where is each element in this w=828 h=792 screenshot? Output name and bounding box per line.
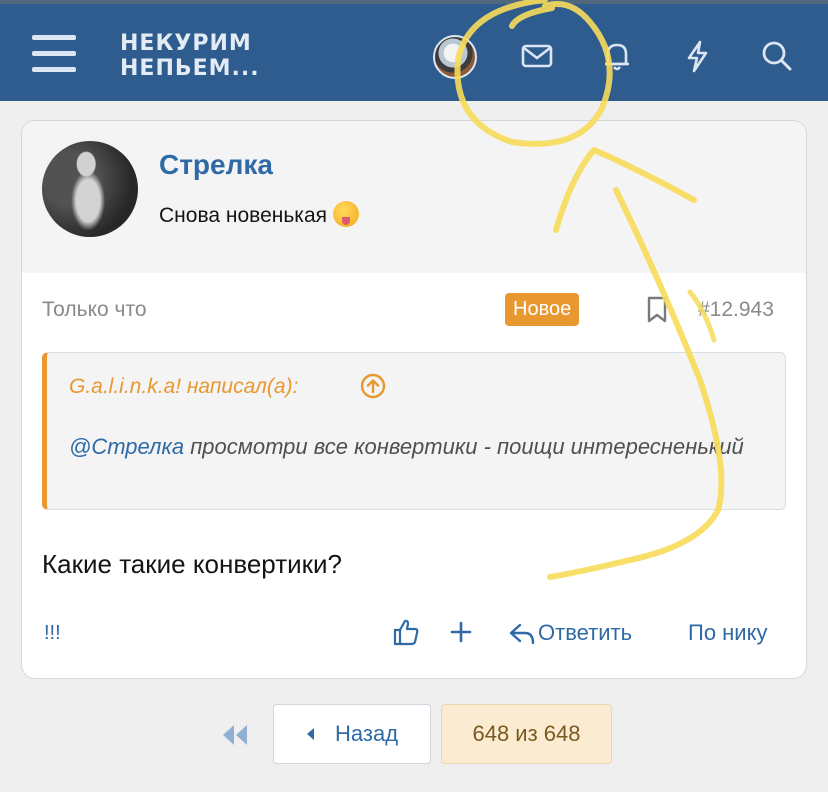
- arrow-up-circle-icon[interactable]: [360, 373, 386, 399]
- quote-by-nick-button[interactable]: По нику: [688, 616, 767, 650]
- post-username[interactable]: Стрелка: [159, 149, 273, 181]
- post-time[interactable]: Только что: [42, 298, 147, 322]
- quote-mention[interactable]: @Стрелка: [69, 434, 184, 459]
- report-button[interactable]: !!!: [44, 616, 61, 650]
- like-icon[interactable]: [392, 614, 420, 648]
- search-icon[interactable]: [757, 36, 797, 76]
- quote-text: @Стрелка просмотри все конвертики - поищ…: [69, 429, 759, 464]
- lightning-icon[interactable]: [677, 36, 717, 76]
- crazy-face-emoji-icon: [333, 201, 359, 227]
- post-card: Стрелка Снова новенькая Только что Новое…: [21, 120, 807, 679]
- quote-text-content: просмотри все конвертики - поищи интерес…: [184, 434, 744, 459]
- account-avatar[interactable]: [433, 35, 477, 79]
- new-badge: Новое: [505, 293, 580, 326]
- post-body: Какие такие конвертики?: [42, 549, 342, 579]
- reply-label: Ответить: [538, 620, 633, 645]
- pagination-back-button[interactable]: Назад: [273, 704, 431, 764]
- pagination-back-label: Назад: [335, 721, 399, 746]
- site-logo[interactable]: НЕКУРИМ НЕПЬЕМ...: [120, 31, 280, 81]
- user-avatar[interactable]: [42, 141, 138, 237]
- envelope-icon[interactable]: [517, 36, 557, 76]
- top-navbar: НЕКУРИМ НЕПЬЕМ...: [0, 0, 828, 101]
- post-user-block: Стрелка Снова новенькая: [22, 121, 806, 273]
- bell-icon[interactable]: [597, 36, 637, 76]
- first-page-icon[interactable]: [220, 721, 252, 749]
- pagination-current: 648 из 648: [441, 704, 612, 764]
- quote-author[interactable]: G.a.l.i.n.k.a! написал(а):: [69, 375, 298, 399]
- post-actions: !!! Ответить По нику: [22, 616, 806, 650]
- quote-block: G.a.l.i.n.k.a! написал(а): @Стрелка прос…: [42, 352, 786, 510]
- menu-icon[interactable]: [32, 35, 76, 75]
- post-number[interactable]: #12.943: [698, 298, 774, 322]
- logo-line-2: НЕПЬЕМ...: [120, 56, 260, 81]
- user-title-text: Снова новенькая: [159, 204, 327, 227]
- reply-button[interactable]: Ответить: [508, 616, 632, 650]
- plus-icon[interactable]: [450, 614, 472, 648]
- user-title: Снова новенькая: [159, 201, 359, 228]
- logo-line-1: НЕКУРИМ: [120, 31, 252, 56]
- caret-left-icon: [307, 728, 314, 740]
- bookmark-icon[interactable]: [646, 296, 668, 324]
